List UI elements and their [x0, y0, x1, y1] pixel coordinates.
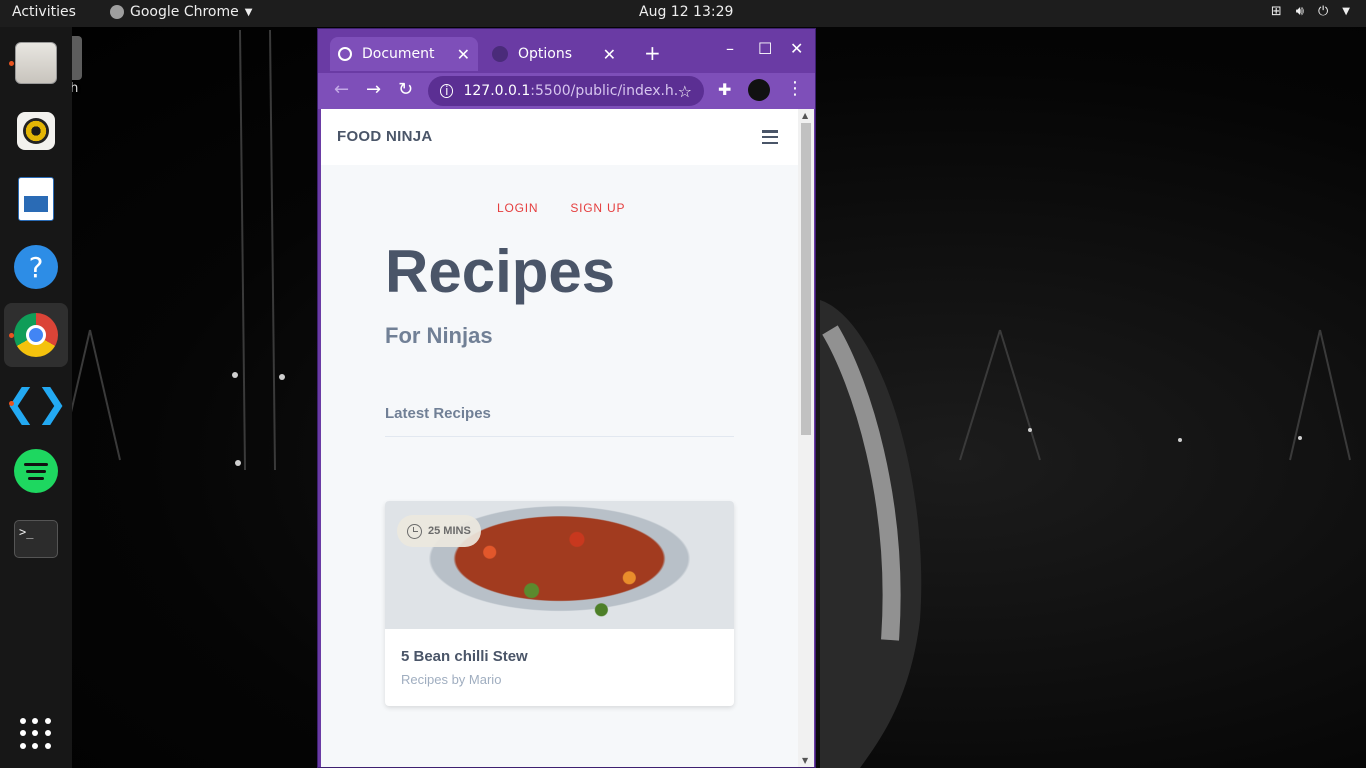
top-bar: Activities Google Chrome ▼ Aug 12 13:29 …	[0, 0, 1366, 27]
files-icon	[15, 42, 57, 84]
terminal-icon: >_	[14, 520, 58, 558]
power-icon: ⏻	[1318, 4, 1329, 19]
minimize-button[interactable]: –	[726, 39, 734, 58]
close-window-button[interactable]: ✕	[790, 39, 803, 58]
hamburger-menu-icon[interactable]	[762, 130, 778, 144]
dock-help[interactable]: ?	[4, 235, 68, 299]
menu-icon[interactable]: ⋮	[786, 78, 804, 99]
dock-rhythmbox[interactable]	[4, 99, 68, 163]
tab-strip: Document ✕ Options ✕ + – ☐ ✕	[318, 29, 815, 73]
running-indicator	[9, 61, 14, 66]
page-viewport: FOOD NINJA LOGIN SIGN UP Recipes For Nin…	[321, 109, 798, 767]
running-indicator	[9, 333, 14, 338]
running-indicator	[9, 401, 14, 406]
dock-vscode[interactable]: ❮❯	[4, 371, 68, 435]
site-brand[interactable]: FOOD NINJA	[337, 128, 433, 145]
caret-down-icon: ▼	[244, 6, 253, 18]
signup-link[interactable]: SIGN UP	[570, 201, 625, 215]
extensions-icon[interactable]: ✚	[718, 80, 731, 99]
caret-down-icon: ▼	[1342, 6, 1350, 17]
profile-avatar[interactable]	[748, 79, 770, 101]
info-icon[interactable]: i	[440, 84, 454, 98]
page-scrollbar[interactable]: ▲ ▼	[798, 109, 814, 767]
rhythmbox-icon	[17, 112, 55, 150]
chrome-small-icon	[110, 5, 124, 19]
system-tray[interactable]: ⊞ 🔊︎ ⏻ ▼	[1271, 4, 1350, 19]
volume-icon: 🔊︎	[1295, 4, 1304, 19]
clock[interactable]: Aug 12 13:29	[639, 4, 733, 20]
url-text: 127.0.0.1:5500/public/index.h...	[463, 83, 678, 99]
new-tab-button[interactable]: +	[644, 41, 661, 65]
tab-label: Options	[518, 46, 573, 62]
show-applications-icon[interactable]	[20, 718, 52, 750]
github-icon	[492, 46, 508, 62]
scroll-down-arrow-icon[interactable]: ▼	[802, 756, 808, 765]
hero-subtitle: For Ninjas	[385, 323, 493, 348]
recipe-author: Recipes by Mario	[401, 672, 502, 687]
time-badge: 25 MINS	[397, 515, 481, 547]
dock-terminal[interactable]: >_	[4, 507, 68, 571]
activities-button[interactable]: Activities	[12, 4, 76, 20]
network-icon: ⊞	[1270, 4, 1282, 19]
site-navbar: FOOD NINJA	[321, 109, 798, 165]
forward-button[interactable]: →	[366, 79, 381, 100]
address-bar[interactable]: i 127.0.0.1:5500/public/index.h... ☆	[428, 76, 704, 106]
tab-document[interactable]: Document ✕	[330, 37, 478, 71]
dock-spotify[interactable]	[4, 439, 68, 503]
help-icon: ?	[14, 245, 58, 289]
clock-icon	[407, 523, 422, 539]
globe-icon	[338, 47, 352, 61]
time-badge-label: 25 MINS	[428, 525, 471, 537]
maximize-button[interactable]: ☐	[758, 39, 772, 58]
scroll-up-arrow-icon[interactable]: ▲	[802, 111, 808, 120]
scrollbar-thumb[interactable]	[801, 123, 811, 435]
auth-links: LOGIN SIGN UP	[497, 201, 625, 215]
chrome-icon	[14, 313, 58, 357]
app-menu[interactable]: Google Chrome ▼	[110, 4, 252, 20]
section-title: Latest Recipes	[385, 405, 491, 422]
hero-title: Recipes	[385, 238, 616, 305]
vscode-icon: ❮❯	[4, 381, 68, 425]
section-divider	[385, 436, 734, 437]
browser-toolbar: ← → ↻ i 127.0.0.1:5500/public/index.h...…	[318, 73, 815, 109]
recipe-title[interactable]: 5 Bean chilli Stew	[401, 648, 528, 665]
dock-writer[interactable]	[4, 167, 68, 231]
back-button[interactable]: ←	[334, 79, 349, 100]
close-icon[interactable]: ✕	[457, 45, 470, 64]
tab-label: Document	[362, 46, 435, 62]
dock-chrome[interactable]	[4, 303, 68, 367]
reload-button[interactable]: ↻	[398, 79, 413, 100]
recipe-card[interactable]: 25 MINS 5 Bean chilli Stew Recipes by Ma…	[385, 501, 734, 706]
writer-icon	[18, 177, 54, 221]
chrome-window: Document ✕ Options ✕ + – ☐ ✕ ← → ↻ i 127…	[317, 28, 816, 768]
login-link[interactable]: LOGIN	[497, 201, 538, 215]
dock: ? ❮❯ >_	[0, 27, 72, 768]
tab-options[interactable]: Options ✕	[484, 37, 624, 71]
app-menu-label: Google Chrome	[130, 4, 239, 20]
dock-files[interactable]	[4, 31, 68, 95]
close-icon[interactable]: ✕	[603, 45, 616, 64]
bookmark-star-icon[interactable]: ☆	[678, 82, 692, 101]
spotify-icon	[14, 449, 58, 493]
